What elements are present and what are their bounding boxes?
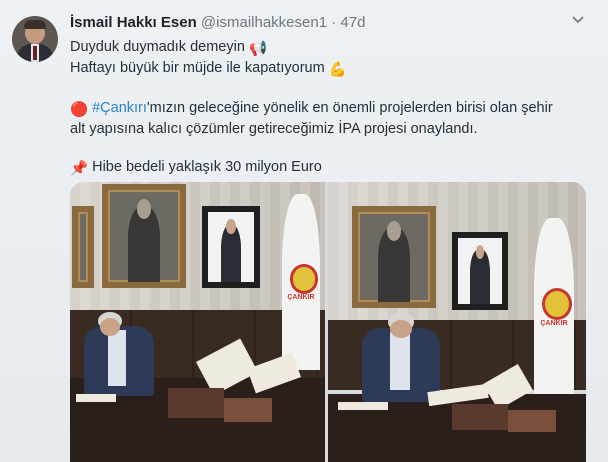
hashtag-link[interactable]: #Çankırı [92,100,147,116]
author-handle[interactable]: @ismailhakkesen1 [201,14,327,31]
separator-dot: · [331,14,337,31]
tweet-line: Duyduk duymadık demeyin 📢 [70,38,600,59]
tweet-line: 📌 Hibe bedeli yaklaşık 30 milyon Euro [70,158,600,179]
red-circle-icon: 🔴 [70,102,89,118]
pushpin-icon: 📌 [70,161,89,177]
portrait-frame [452,232,508,310]
portrait-frame [102,184,186,288]
portrait-frame [202,206,260,288]
tweet-text-line-2: Haftayı büyük bir müjde ile kapatıyorum [70,60,325,76]
tweet-age[interactable]: 47d [340,14,365,31]
tweet-media[interactable]: ÇANKIR ÇANKIR [70,182,586,462]
flexed-biceps-icon: 💪 [328,62,347,78]
tweet-header: İsmail Hakkı Esen @ismailhakkesen1 · 47d [70,14,365,31]
portrait-frame [352,206,436,308]
tweet-text-line-5: Hibe bedeli yaklaşık 30 milyon Euro [92,159,322,175]
tweet-line: 🔴 #Çankırı'mızın geleceğine yönelik en ö… [70,99,600,120]
tweet-text-line-3: 'mızın geleceğine yönelik en önemli proj… [146,100,553,116]
tweet-card[interactable]: İsmail Hakkı Esen @ismailhakkesen1 · 47d… [0,0,608,462]
tweet-line: alt yapısına kalıcı çözümler getireceğim… [70,120,600,139]
tweet-line: Haftayı büyük bir müjde ile kapatıyorum … [70,59,600,80]
tweet-text-line-4: alt yapısına kalıcı çözümler getireceğim… [70,121,478,137]
author-name[interactable]: İsmail Hakkı Esen [70,14,197,31]
flag: ÇANKIR [534,218,574,398]
photo-left[interactable]: ÇANKIR [70,182,325,462]
tweet-text-line-1: Duyduk duymadık demeyin [70,39,245,55]
tweet-text: Duyduk duymadık demeyin 📢 Haftayı büyük … [70,38,600,179]
chevron-down-icon[interactable] [572,12,584,27]
author-avatar[interactable] [12,16,58,62]
megaphone-icon: 📢 [248,41,267,57]
photo-right[interactable]: ÇANKIR [328,182,586,462]
flag: ÇANKIR [282,194,320,370]
